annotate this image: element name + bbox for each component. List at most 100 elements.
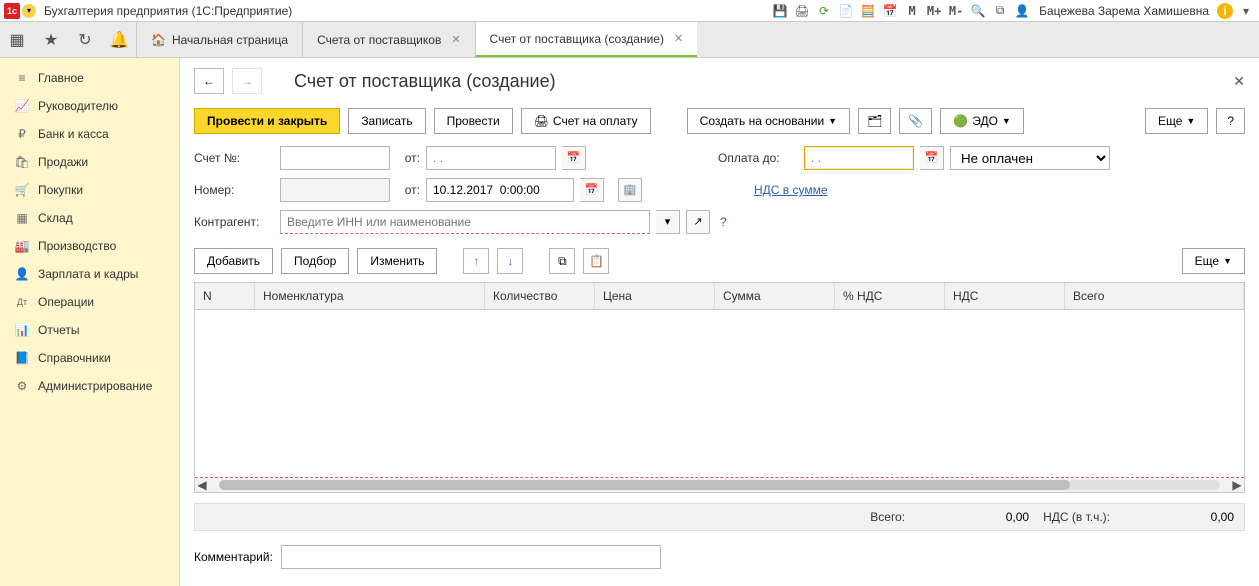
refresh-icon[interactable]: ⟳ [815, 2, 833, 20]
sidebar-item-bank[interactable]: ₽Банк и касса [0, 120, 179, 148]
calendar-icon[interactable]: 📅 [920, 146, 944, 170]
sidebar-item-admin[interactable]: ⚙Администрирование [0, 372, 179, 400]
scroll-thumb[interactable] [219, 480, 1070, 490]
add-row-button[interactable]: Добавить [194, 248, 273, 274]
col-price[interactable]: Цена [595, 283, 715, 309]
sidebar-item-label: Главное [38, 71, 84, 85]
minimize-button[interactable]: ▾ [1237, 2, 1255, 20]
payment-until-input[interactable] [804, 146, 914, 170]
notifications-icon[interactable]: 🔔 [102, 22, 136, 57]
col-nomenclature[interactable]: Номенклатура [255, 283, 485, 309]
btn-label: ? [1227, 114, 1234, 128]
org-button[interactable]: 🏢 [618, 178, 642, 202]
memory-mplus-button[interactable]: M+ [925, 2, 943, 20]
sidebar-item-label: Отчеты [38, 323, 79, 337]
totals-bar: Всего: 0,00 НДС (в т.ч.): 0,00 [194, 503, 1245, 531]
nav-forward-button[interactable]: → [232, 68, 262, 94]
tab-supplier-invoices[interactable]: Счета от поставщиков ✕ [302, 22, 474, 57]
sidebar-item-catalogs[interactable]: 📘Справочники [0, 344, 179, 372]
sidebar-item-operations[interactable]: ДтОперации [0, 288, 179, 316]
col-sum[interactable]: Сумма [715, 283, 835, 309]
paste-button[interactable]: 📋 [583, 248, 609, 274]
memory-mminus-button[interactable]: M- [947, 2, 965, 20]
search-icon[interactable]: 🔍 [969, 2, 987, 20]
table-more-button[interactable]: Еще▼ [1182, 248, 1245, 274]
contragent-input[interactable] [280, 210, 650, 234]
more-button[interactable]: Еще▼ [1145, 108, 1208, 134]
create-based-on-button[interactable]: Создать на основании▼ [687, 108, 850, 134]
account-no-input[interactable] [280, 146, 390, 170]
print-invoice-button[interactable]: 🖨Счет на оплату [521, 108, 651, 134]
sidebar-item-purchases[interactable]: 🛒Покупки [0, 176, 179, 204]
table-body[interactable] [195, 310, 1244, 478]
page-close-button[interactable]: ✕ [1233, 73, 1245, 90]
col-quantity[interactable]: Количество [485, 283, 595, 309]
scroll-right-icon[interactable]: ▶ [1230, 478, 1244, 492]
move-down-button[interactable]: ↓ [497, 248, 523, 274]
tab-supplier-invoice-create[interactable]: Счет от поставщика (создание) ✕ [475, 22, 698, 57]
post-and-close-button[interactable]: Провести и закрыть [194, 108, 340, 134]
sidebar-item-production[interactable]: 🏭Производство [0, 232, 179, 260]
chevron-down-icon[interactable]: ▾ [656, 210, 680, 234]
grid-icon: ▦ [14, 211, 30, 225]
col-vat[interactable]: НДС [945, 283, 1065, 309]
tab-home[interactable]: 🏠 Начальная страница [136, 22, 302, 57]
title-bar: 1с ▾ Бухгалтерия предприятия (1С:Предпри… [0, 0, 1259, 22]
panel-icon[interactable]: ⧉ [991, 2, 1009, 20]
printer-icon: 🖨 [534, 114, 549, 128]
comment-input[interactable] [281, 545, 661, 569]
info-icon[interactable]: i [1217, 3, 1233, 19]
horizontal-scrollbar[interactable]: ◀ ▶ [195, 478, 1244, 492]
app-menu-dropdown[interactable]: ▾ [22, 4, 36, 18]
vat-mode-link[interactable]: НДС в сумме [754, 183, 828, 197]
help-button[interactable]: ? [1216, 108, 1245, 134]
payment-status-select[interactable]: Не оплачен [950, 146, 1110, 170]
calendar-icon[interactable]: 📅 [580, 178, 604, 202]
copy-button[interactable]: ⧉ [549, 248, 575, 274]
save-icon[interactable]: 💾 [771, 2, 789, 20]
memory-m-button[interactable]: M [903, 2, 921, 20]
col-total[interactable]: Всего [1065, 283, 1244, 309]
sidebar-item-sales[interactable]: 🛍Продажи [0, 148, 179, 176]
col-vat-rate[interactable]: % НДС [835, 283, 945, 309]
write-button[interactable]: Записать [348, 108, 425, 134]
items-table: N Номенклатура Количество Цена Сумма % Н… [194, 282, 1245, 493]
number-input[interactable] [280, 178, 390, 202]
close-icon[interactable]: ✕ [451, 33, 460, 46]
close-icon[interactable]: ✕ [674, 32, 683, 45]
history-icon[interactable]: ↻ [68, 22, 102, 57]
sidebar-item-label: Склад [38, 211, 73, 225]
user-name[interactable]: Бацежева Зарема Хамишевна [1039, 4, 1209, 18]
sidebar-item-salary[interactable]: 👤Зарплата и кадры [0, 260, 179, 288]
scroll-left-icon[interactable]: ◀ [195, 478, 209, 492]
sidebar-item-reports[interactable]: 📊Отчеты [0, 316, 179, 344]
account-date-input[interactable] [426, 146, 556, 170]
attach-button[interactable]: 📎 [899, 108, 932, 134]
calculator-icon[interactable]: 🧮 [859, 2, 877, 20]
post-button[interactable]: Провести [434, 108, 513, 134]
favorites-icon[interactable]: ★ [34, 22, 68, 57]
calendar-icon[interactable]: 📅 [562, 146, 586, 170]
sidebar-item-main[interactable]: ≡Главное [0, 64, 179, 92]
col-n[interactable]: N [195, 283, 255, 309]
help-icon[interactable]: ? [720, 215, 727, 229]
calendar-icon[interactable]: 📅 [881, 2, 899, 20]
move-up-button[interactable]: ↑ [463, 248, 489, 274]
apps-grid-icon[interactable]: ▦ [0, 22, 34, 57]
paperclip-icon: 📎 [908, 114, 923, 128]
btn-label: Изменить [370, 254, 424, 268]
sidebar-item-warehouse[interactable]: ▦ Склад [0, 204, 179, 232]
edo-button[interactable]: 🟢ЭДО▼ [940, 108, 1024, 134]
sidebar-item-manager[interactable]: 📈Руководителю [0, 92, 179, 120]
document-date-input[interactable] [426, 178, 574, 202]
structure-button[interactable]: 🗂 [858, 108, 891, 134]
select-button[interactable]: Подбор [281, 248, 349, 274]
edit-button[interactable]: Изменить [357, 248, 437, 274]
nav-back-button[interactable]: ← [194, 68, 224, 94]
vat-label: НДС (в т.ч.): [1043, 510, 1110, 524]
print-icon[interactable]: 🖨 [793, 2, 811, 20]
sidebar-item-label: Продажи [38, 155, 88, 169]
total-value: 0,00 [919, 510, 1029, 524]
open-card-icon[interactable]: ↗ [686, 210, 710, 234]
document-icon[interactable]: 📄 [837, 2, 855, 20]
